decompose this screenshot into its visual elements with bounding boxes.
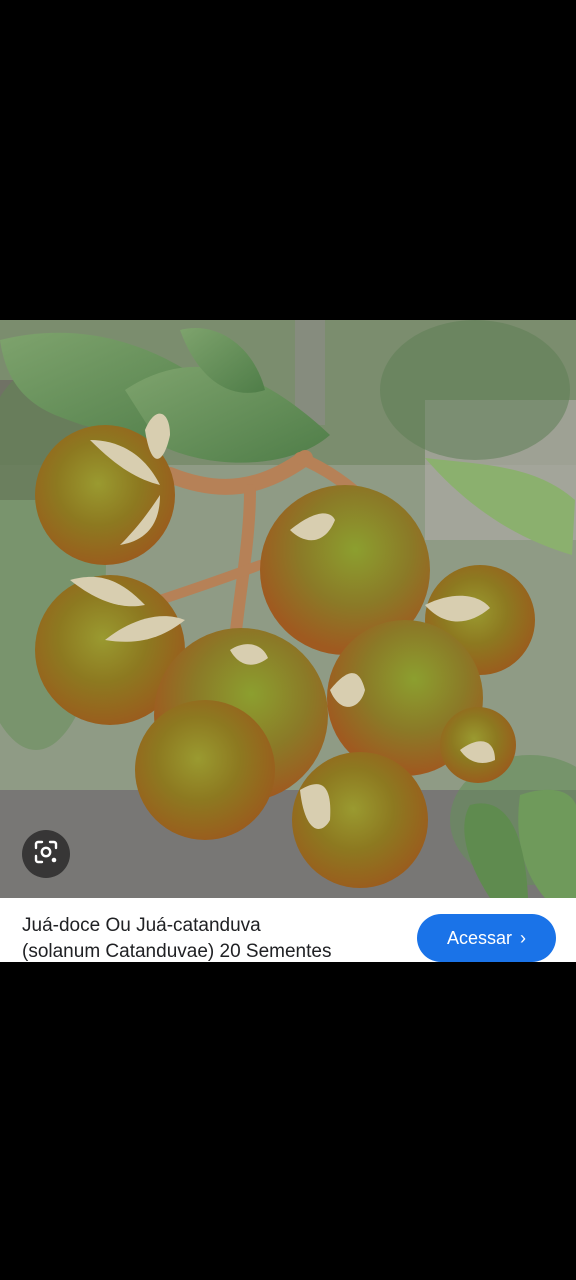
result-title-line-2: (solanum Catanduvae) 20 Sementes	[22, 941, 332, 962]
chevron-right-icon: ›	[520, 927, 527, 948]
visit-button[interactable]: Acessar ›	[417, 914, 556, 962]
image-search-lens-icon	[32, 838, 60, 871]
visit-button-label: Acessar	[446, 927, 513, 948]
image-search-button[interactable]	[22, 830, 70, 878]
result-title[interactable]: Juá-doce Ou Juá-catanduva (solanum Catan…	[22, 913, 404, 962]
result-title-line-1: Juá-doce Ou Juá-catanduva	[22, 915, 261, 936]
result-caption-bar: Juá-doce Ou Juá-catanduva (solanum Catan…	[0, 898, 576, 962]
product-photo[interactable]	[0, 320, 576, 898]
